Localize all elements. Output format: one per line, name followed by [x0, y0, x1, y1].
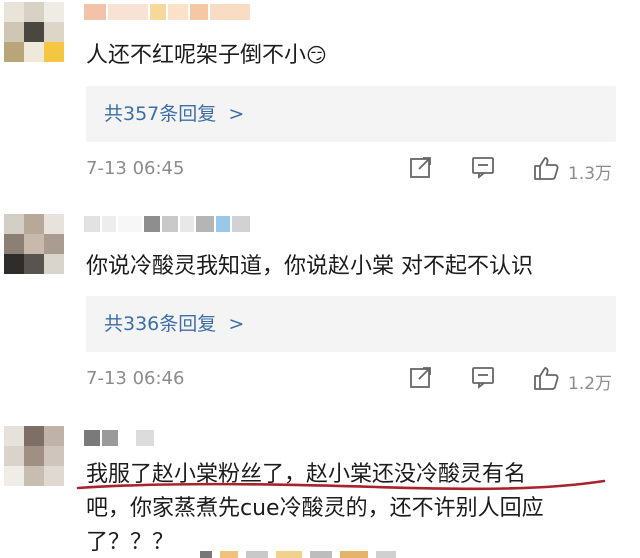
avatar[interactable]: [4, 2, 64, 62]
username-redacted[interactable]: [84, 216, 250, 232]
smirk-emoji-icon: 😏: [306, 43, 327, 67]
share-icon[interactable]: [408, 154, 434, 180]
avatar[interactable]: [4, 426, 64, 486]
replies-count-label: 共357条回复 >: [104, 103, 245, 125]
chevron-right-icon: >: [228, 103, 245, 125]
chevron-right-icon: >: [228, 313, 245, 335]
comment-text-line-2: 吧，你家蒸煮先cue冷酸灵的，还不许别人回应: [86, 496, 544, 521]
avatar[interactable]: [4, 214, 64, 274]
comment-text: 你说冷酸灵我知道，你说赵小棠 对不起不认识: [86, 254, 533, 279]
share-icon[interactable]: [408, 364, 434, 390]
timestamp: 7-13 06:45: [86, 158, 185, 179]
cut-off-reply-preview: [200, 551, 460, 558]
replies-count-label: 共336条回复 >: [104, 313, 245, 335]
replies-link[interactable]: 共357条回复 >: [86, 86, 616, 142]
replies-link[interactable]: 共336条回复 >: [86, 296, 616, 352]
comment-icon[interactable]: [470, 154, 496, 180]
comment-meta: 7-13 06:46 1.2万: [86, 364, 626, 394]
username-redacted[interactable]: [84, 4, 250, 20]
username-redacted[interactable]: [84, 430, 154, 446]
comment-icon[interactable]: [470, 364, 496, 390]
comment-meta: 7-13 06:45 1.3万: [86, 154, 626, 184]
timestamp: 7-13 06:46: [86, 368, 185, 389]
like-count: 1.2万: [568, 374, 613, 394]
comment-text: 人还不红呢架子倒不小😏: [86, 43, 327, 68]
like-count: 1.3万: [568, 164, 613, 184]
comment-text-line-3: 了？？？: [86, 530, 175, 555]
thumbs-up-icon[interactable]: [532, 154, 560, 182]
thumbs-up-icon[interactable]: [532, 364, 560, 392]
